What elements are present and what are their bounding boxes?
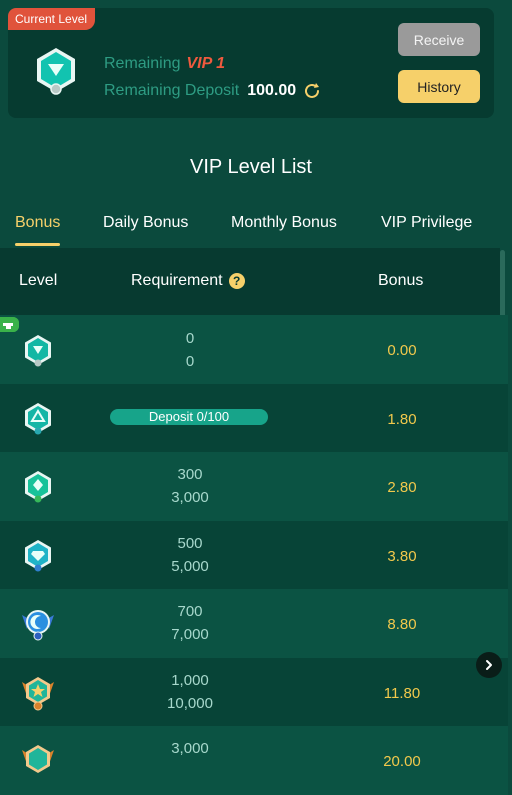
requirement-cell: 300 3,000 <box>90 463 290 509</box>
bonus-cell: 2.80 <box>387 479 417 496</box>
tab-daily-bonus[interactable]: Daily Bonus <box>103 214 188 232</box>
remaining-deposit-label: Remaining Deposit <box>104 82 240 99</box>
current-level-tag: Current Level <box>8 8 96 30</box>
table-row: Deposit 0/100 1.80 <box>0 383 508 452</box>
requirement-cell: 500 5,000 <box>90 532 290 578</box>
current-level-card: Current Level Remaining VIP 1 Remaining D… <box>8 8 494 118</box>
table-row: 3,000 20.00 <box>0 726 508 795</box>
level-3-badge-icon <box>25 539 51 571</box>
remaining-vip-line: Remaining VIP 1 <box>104 55 225 73</box>
level-0-badge-icon <box>25 335 51 367</box>
requirement-cell: 1,000 10,000 <box>90 669 290 715</box>
tab-vip-privilege[interactable]: VIP Privilege <box>381 214 472 232</box>
bonus-cell: 20.00 <box>383 753 421 770</box>
requirement-top: 3,000 <box>171 740 209 757</box>
requirement-bottom: 0 <box>185 353 195 370</box>
active-tab-indicator <box>15 243 60 246</box>
table-row: 500 5,000 3.80 <box>0 520 508 589</box>
next-arrow-button[interactable] <box>476 652 502 678</box>
requirement-top: 500 <box>177 534 203 552</box>
receive-button[interactable]: Receive <box>398 23 480 56</box>
requirement-bottom: 7,000 <box>171 626 209 643</box>
header-bonus: Bonus <box>378 272 424 289</box>
tab-bonus[interactable]: Bonus <box>15 214 60 232</box>
level-1-badge-icon <box>25 402 51 434</box>
header-level: Level <box>19 272 58 289</box>
level-6-badge-icon <box>22 745 54 773</box>
requirement-top: 300 <box>177 466 203 483</box>
bonus-cell: 8.80 <box>387 616 417 633</box>
tab-monthly-bonus[interactable]: Monthly Bonus <box>231 214 337 232</box>
table-header: Level Requirement? Bonus <box>0 248 500 315</box>
header-requirement-label: Requirement <box>131 272 223 289</box>
help-icon[interactable]: ? <box>228 272 245 289</box>
chevron-right-icon <box>486 660 492 670</box>
requirement-cell: 0 0 <box>90 327 290 373</box>
bonus-cell: 11.80 <box>383 684 421 702</box>
requirement-bottom: 5,000 <box>171 557 209 575</box>
bonus-cell: 1.80 <box>387 410 417 428</box>
level-4-badge-icon <box>22 610 54 641</box>
refresh-icon[interactable] <box>302 81 322 101</box>
requirement-bottom: 3,000 <box>171 489 209 506</box>
level-2-badge-icon <box>25 471 51 503</box>
requirement-top: 700 <box>177 603 203 620</box>
remaining-vip: VIP 1 <box>186 55 226 72</box>
bonus-cell: 0.00 <box>387 342 417 359</box>
level-5-badge-icon <box>22 676 54 710</box>
table-row: 700 7,000 8.80 <box>0 589 508 658</box>
vip-level-table: 0 0 0.00 Deposit 0/100 1.80 300 3,000 2.… <box>0 315 508 795</box>
bonus-cell: 3.80 <box>387 547 417 565</box>
deposit-progress-bar: Deposit 0/100 <box>110 408 268 425</box>
requirement-cell: 3,000 <box>90 737 290 760</box>
header-requirement: Requirement? <box>131 272 245 290</box>
history-button[interactable]: History <box>398 70 480 103</box>
requirement-top: 0 <box>185 330 195 347</box>
requirement-top: 1,000 <box>171 671 209 689</box>
remaining-deposit-value: 100.00 <box>247 82 297 99</box>
table-row: 1,000 10,000 11.80 <box>0 657 508 726</box>
requirement-bottom: 10,000 <box>167 694 213 712</box>
vip-badge-icon <box>37 48 75 95</box>
pointing-hand-icon <box>0 317 19 332</box>
requirement-cell: 700 7,000 <box>90 600 290 646</box>
remaining-deposit-line: Remaining Deposit 100.00 <box>104 81 322 101</box>
table-row: 300 3,000 2.80 <box>0 452 508 521</box>
table-row: 0 0 0.00 <box>0 315 508 384</box>
tab-bar: Bonus Daily Bonus Monthly Bonus VIP Priv… <box>0 212 512 248</box>
remaining-label: Remaining <box>104 55 181 72</box>
vip-level-list-title: VIP Level List <box>190 156 312 178</box>
